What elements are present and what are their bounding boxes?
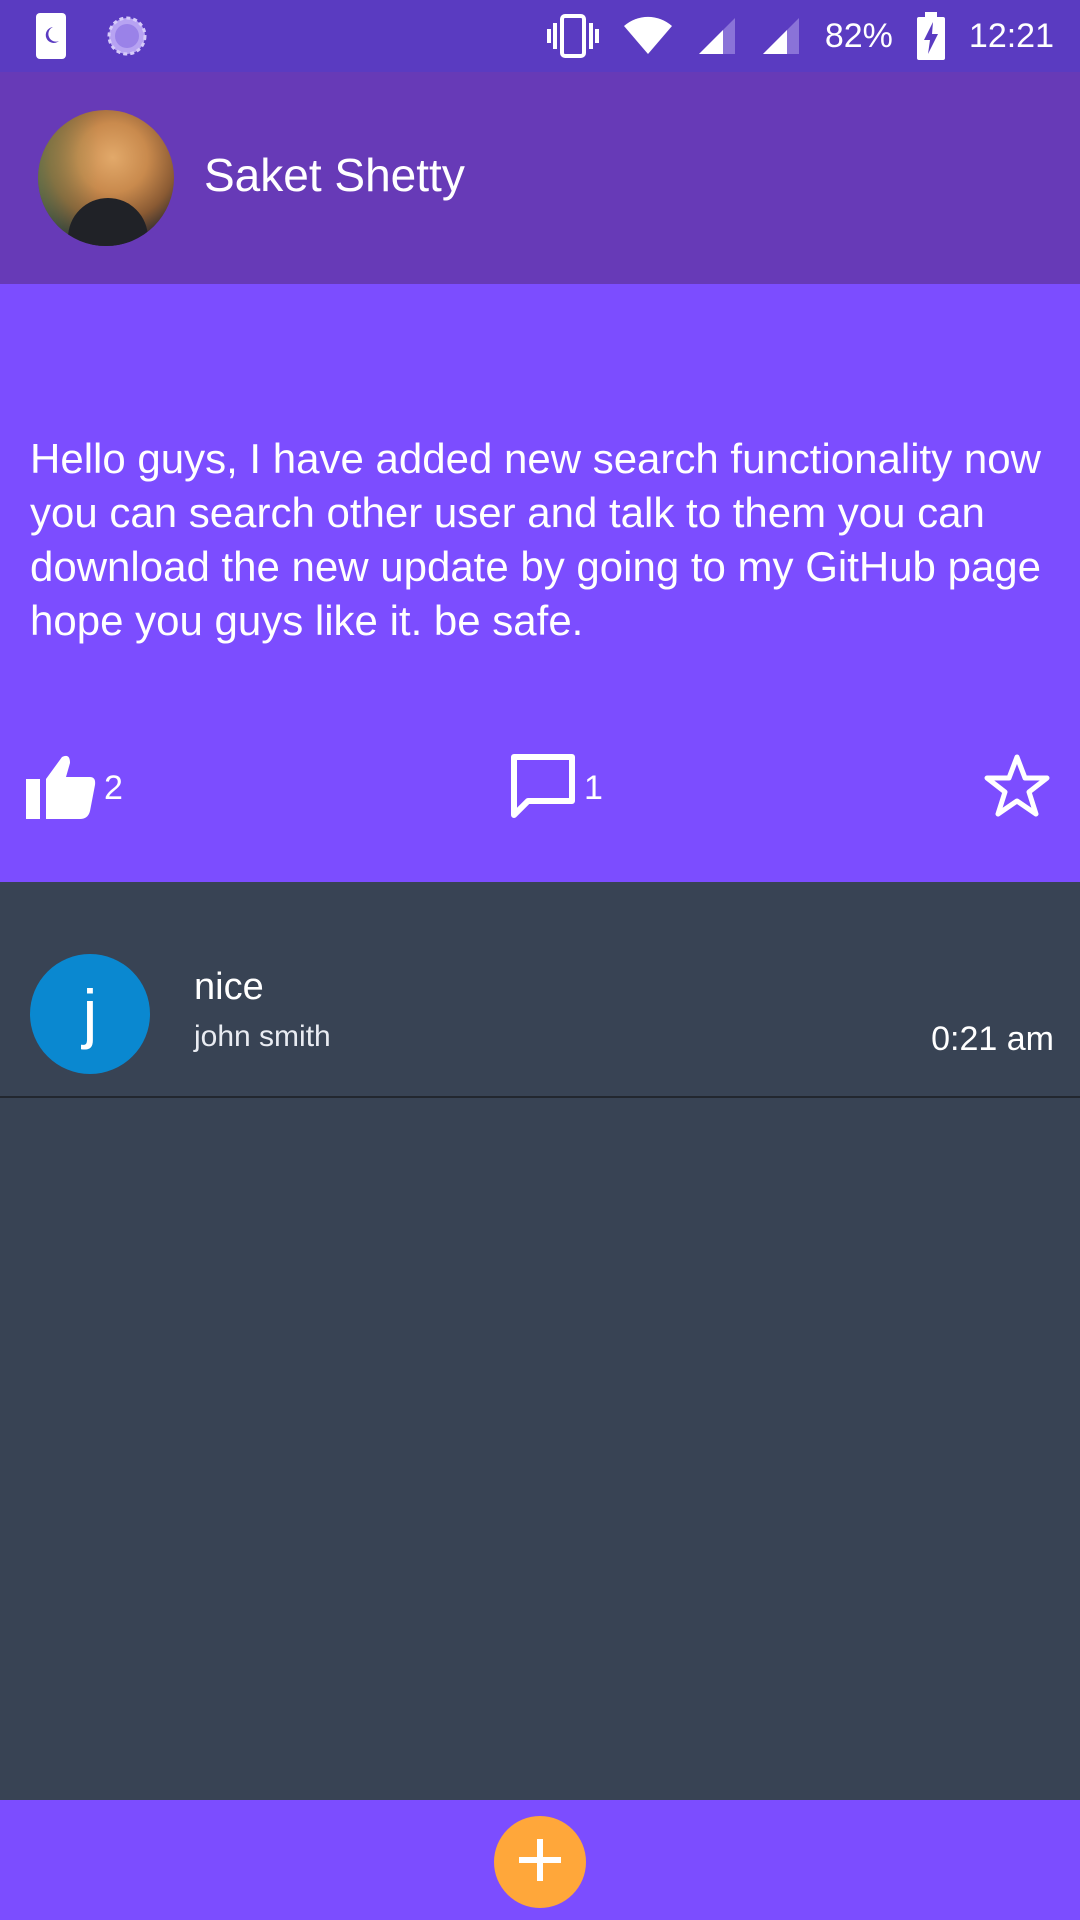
signal-icon xyxy=(697,16,737,56)
clock: 12:21 xyxy=(968,16,1054,55)
status-bar-left xyxy=(36,10,148,62)
battery-charging-icon xyxy=(916,12,945,60)
comment-icon xyxy=(510,753,576,824)
sync-icon xyxy=(106,15,148,57)
add-comment-button[interactable] xyxy=(494,1816,586,1908)
like-count: 2 xyxy=(104,768,123,807)
comment-button[interactable]: 1 xyxy=(510,746,603,830)
post-card: Hello guys, I have added new search func… xyxy=(0,284,1080,882)
wifi-icon xyxy=(623,16,673,56)
comment-text: nice xyxy=(194,966,264,1008)
comment-time: 0:21 am xyxy=(931,1020,1054,1058)
plus-icon xyxy=(517,1837,563,1888)
thumbs-up-icon xyxy=(26,753,96,824)
bottom-bar xyxy=(0,1800,1080,1920)
screen: 82% 12:21 Saket Shetty Hello guys, I hav… xyxy=(0,0,1080,1920)
comment-author: john smith xyxy=(194,1020,331,1053)
avatar: j xyxy=(30,954,150,1074)
status-bar: 82% 12:21 xyxy=(0,0,1080,72)
avatar[interactable] xyxy=(38,110,174,246)
profile-header: Saket Shetty xyxy=(0,72,1080,284)
signal-icon xyxy=(761,16,801,56)
user-name: Saket Shetty xyxy=(204,149,465,201)
status-bar-right: 82% 12:21 xyxy=(546,10,1054,62)
battery-percent: 82% xyxy=(824,16,893,55)
phone-moon-icon xyxy=(36,13,66,59)
post-text: Hello guys, I have added new search func… xyxy=(30,435,1042,644)
star-icon xyxy=(984,753,1050,824)
vibrate-icon xyxy=(546,13,599,59)
favorite-button[interactable] xyxy=(984,746,1050,830)
comment-count: 1 xyxy=(584,768,603,807)
like-button[interactable]: 2 xyxy=(26,746,123,830)
comment-list: j nice john smith 0:21 am xyxy=(0,882,1080,1800)
list-item[interactable]: j nice john smith 0:21 am xyxy=(0,882,1080,1098)
